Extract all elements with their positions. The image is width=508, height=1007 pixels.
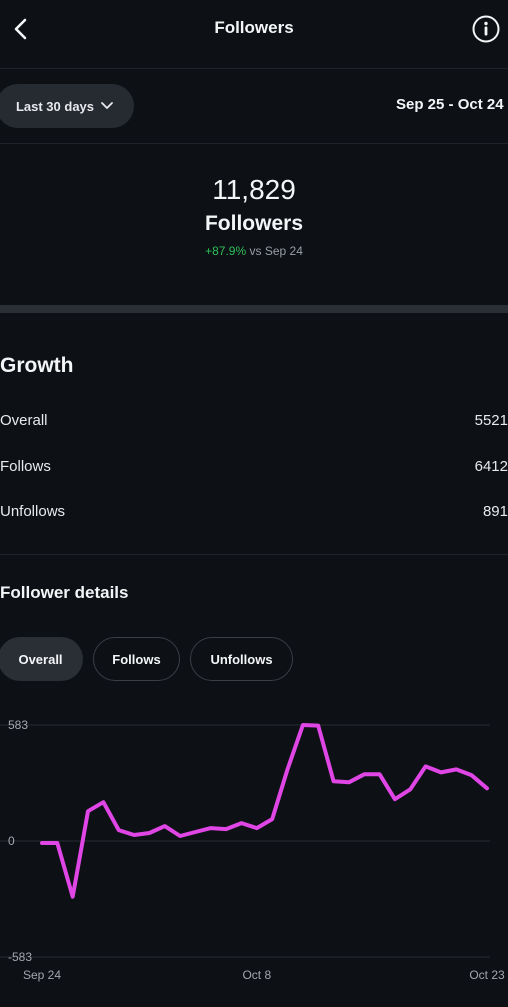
follower-details-title: Follower details xyxy=(0,583,129,602)
x-tick-label: Sep 24 xyxy=(23,968,61,982)
follower-line-chart: 583 0 -583 Sep 24 Oct 8 Oct 23 xyxy=(0,718,505,982)
tab-follows[interactable]: Follows xyxy=(93,637,180,681)
change-percent: +87.9% xyxy=(205,244,247,258)
info-icon[interactable] xyxy=(471,14,501,44)
change-comparison: vs Sep 24 xyxy=(249,244,303,258)
growth-unfollows-label: Unfollows xyxy=(0,503,66,520)
growth-overall-value: 5521 xyxy=(474,412,508,429)
header-divider xyxy=(0,68,508,69)
overall-series-line xyxy=(40,723,489,899)
section-divider xyxy=(0,305,508,313)
tab-overall[interactable]: Overall xyxy=(0,637,83,681)
y-tick-label: 0 xyxy=(8,834,15,848)
page-title: Followers xyxy=(214,18,294,37)
range-divider xyxy=(0,143,508,144)
growth-follows-label: Follows xyxy=(0,458,51,475)
growth-overall-label: Overall xyxy=(0,412,48,429)
growth-unfollows-value: 891 xyxy=(482,503,508,520)
y-tick-label: -583 xyxy=(8,950,32,964)
growth-divider xyxy=(0,554,508,555)
growth-title: Growth xyxy=(0,354,74,377)
date-range-dropdown[interactable]: Last 30 days xyxy=(0,84,134,128)
y-tick-label: 583 xyxy=(8,718,28,732)
chevron-down-icon xyxy=(101,102,113,109)
x-tick-label: Oct 8 xyxy=(242,968,271,982)
x-tick-label: Oct 23 xyxy=(469,968,505,982)
follower-count: 11,829 xyxy=(212,174,296,205)
growth-follows-value: 6412 xyxy=(474,458,508,475)
follower-change: +87.9% vs Sep 24 xyxy=(0,244,508,258)
follower-count-label: Followers xyxy=(204,212,304,235)
date-range-label: Last 30 days xyxy=(15,98,95,114)
date-range-text: Sep 25 - Oct 24 xyxy=(396,96,504,113)
tab-unfollows[interactable]: Unfollows xyxy=(190,637,293,681)
